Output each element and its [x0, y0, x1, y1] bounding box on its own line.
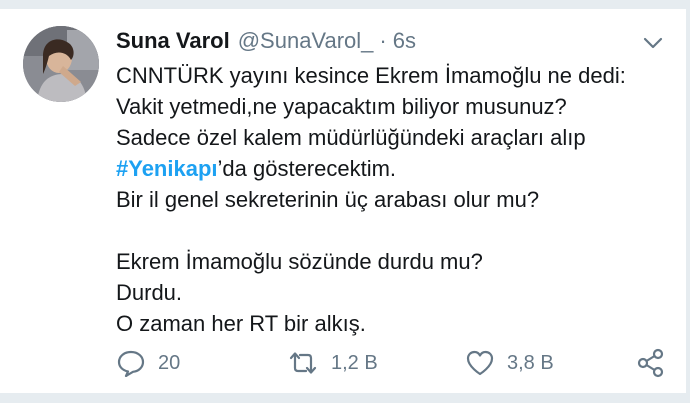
tweet-header: Suna Varol @SunaVarol_ · 6s: [116, 25, 416, 57]
retweet-count: 1,2 B: [331, 351, 378, 374]
tweet-timestamp[interactable]: 6s: [393, 28, 416, 54]
tweet-line: CNNTÜRK yayını kesince Ekrem İmamoğlu ne…: [116, 63, 626, 88]
tweet-line: Vakit yetmedi,ne yapacaktım biliyor musu…: [116, 94, 567, 119]
frame-bottom-border: [0, 393, 690, 403]
retweet-button[interactable]: 1,2 B: [287, 345, 378, 381]
frame-right-border: [686, 0, 690, 403]
tweet-actions: 20 1,2 B 3,8 B: [0, 345, 690, 381]
author-handle[interactable]: @SunaVarol_: [238, 28, 374, 54]
tweet-line: Durdu.: [116, 280, 183, 305]
avatar-photo: [23, 26, 99, 102]
tweet-line: Ekrem İmamoğlu sözünde durdu mu?: [116, 249, 483, 274]
tweet-line: O zaman her RT bir alkış.: [116, 311, 366, 336]
avatar[interactable]: [23, 26, 99, 102]
author-name[interactable]: Suna Varol: [116, 28, 230, 54]
frame-top-border: [0, 0, 690, 9]
header-separator: ·: [379, 28, 387, 53]
reply-count: 20: [158, 351, 181, 374]
reply-icon: [116, 349, 146, 377]
hashtag-link[interactable]: #Yenikapı: [116, 156, 218, 181]
chevron-down-icon[interactable]: [641, 33, 665, 53]
tweet-line: Sadece özel kalem müdürlüğündeki araçlar…: [116, 125, 586, 150]
like-count: 3,8 B: [507, 351, 554, 374]
like-button[interactable]: 3,8 B: [465, 345, 554, 381]
tweet-text: CNNTÜRK yayını kesince Ekrem İmamoğlu ne…: [116, 60, 676, 339]
retweet-icon: [287, 349, 319, 377]
tweet-line-suffix: ’da gösterecektim.: [217, 156, 397, 181]
share-button[interactable]: [636, 345, 666, 381]
tweet-line: #Yenikapı’da gösterecektim.: [116, 153, 676, 184]
tweet-line: Bir il genel sekreterinin üç arabası olu…: [116, 187, 540, 212]
share-icon: [636, 348, 666, 378]
reply-button[interactable]: 20: [116, 345, 180, 381]
heart-icon: [465, 349, 495, 377]
